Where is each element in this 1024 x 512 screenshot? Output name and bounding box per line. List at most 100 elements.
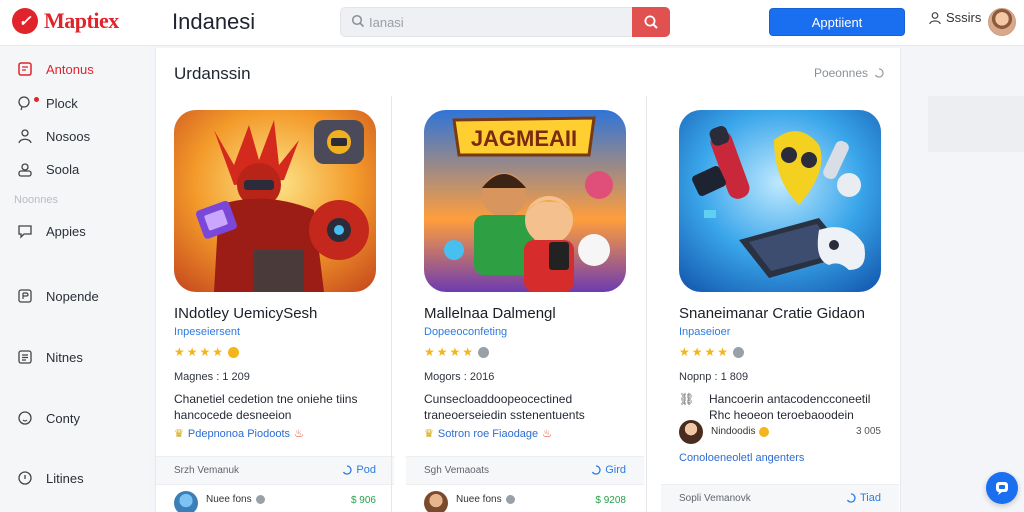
user-icon — [16, 127, 34, 145]
notification-dot — [34, 97, 39, 102]
see-more-label: Poeonnes — [813, 66, 868, 80]
app-tag[interactable]: ♛ Sotron roe Fiaodage ♨ — [424, 427, 553, 441]
sidebar-item-label: Plock — [46, 95, 78, 111]
sidebar-item-appies[interactable]: Appies — [16, 222, 86, 240]
chat-icon — [996, 482, 1008, 495]
status-icon — [505, 495, 515, 504]
sidebar-item-label: Conty — [46, 410, 80, 426]
box-icon — [16, 287, 34, 305]
developer-avatar[interactable] — [679, 420, 703, 444]
app-title[interactable]: Snaneimanar Cratie Gidaon — [679, 305, 865, 322]
search-icon — [351, 14, 365, 28]
footer-action[interactable]: Gird — [591, 464, 626, 476]
star-icon: ★ — [186, 345, 198, 359]
star-icon: ★ — [212, 345, 224, 359]
sidebar-item-soola[interactable]: Soola — [16, 160, 79, 178]
app-thumbnail[interactable]: JAGMEAII — [424, 110, 626, 292]
fire-icon: ♨ — [542, 428, 553, 440]
avatar[interactable] — [988, 8, 1016, 36]
app-meta: Nopnp : 1 809 — [679, 371, 749, 383]
app-price: $ 906 — [350, 495, 376, 506]
right-panel-placeholder — [928, 96, 1024, 152]
card-footer: Srzh Vemanuk Pod — [156, 456, 394, 484]
developer-name-label: Nuee fons — [456, 494, 502, 505]
star-icon: ★ — [424, 345, 435, 359]
developer-name-label: Nindoodis — [711, 426, 756, 437]
fire-icon: ♨ — [294, 428, 304, 440]
developer-row: Nuee fons $ 906 — [156, 484, 394, 512]
star-icon: ★ — [199, 345, 211, 359]
tablet-icon — [16, 60, 34, 78]
app-category[interactable]: Inpeseiersent — [174, 326, 240, 338]
app-category[interactable]: Inpaseioer — [679, 326, 730, 338]
link-icon: ⛓ — [679, 392, 695, 406]
footer-label: Sgh Vemaoats — [424, 465, 490, 476]
location-icon — [16, 94, 34, 112]
footer-action-label: Gird — [605, 464, 626, 476]
logo-icon: ✓ — [12, 8, 38, 34]
rating-stars: ★ ★ ★ ★ — [424, 345, 490, 359]
card-divider — [646, 96, 647, 512]
card-footer: Sopli Vemanovk Tiad — [661, 484, 899, 512]
svg-text:JAGMEAII: JAGMEAII — [471, 126, 577, 151]
sidebar-item-plock[interactable]: Plock — [16, 94, 78, 112]
sidebar-section-label: Noonnes — [14, 194, 59, 206]
user-icon — [929, 11, 941, 24]
search-input[interactable] — [369, 12, 629, 32]
developer-name[interactable]: Nindoodis — [711, 426, 770, 437]
star-icon: ★ — [436, 345, 448, 359]
rating-stars: ★ ★ ★ ★ — [174, 345, 240, 359]
app-tag[interactable]: ♛ Pdepnonoa Piodoots ♨ — [174, 427, 304, 441]
app-tag[interactable]: Conoloeneoletl angenters — [679, 452, 804, 464]
app-description: Hancoerin antacodencconeetil Rhc heoeon … — [679, 391, 879, 423]
clock-icon — [16, 409, 34, 427]
sidebar-item-label: Soola — [46, 161, 80, 177]
footer-label: Sopli Vemanovk — [679, 493, 751, 504]
star-icon: ★ — [449, 345, 461, 359]
footer-action[interactable]: Pod — [342, 464, 376, 476]
rating-dot — [478, 346, 490, 358]
sidebar-item-nopende[interactable]: Nopende — [16, 287, 99, 305]
description-text: Hancoerin antacodencconeetil Rhc heoeon … — [709, 392, 871, 422]
primary-action-button[interactable]: Apptiient — [769, 8, 905, 36]
star-icon: ★ — [691, 345, 703, 359]
app-category[interactable]: Dopeeoconfeting — [424, 326, 507, 338]
trophy-icon: ♛ — [424, 428, 434, 440]
chat-icon — [16, 222, 34, 240]
app-thumbnail[interactable] — [174, 110, 376, 292]
app-card[interactable]: INdotley UemicySesh Inpeseiersent ★ ★ ★ … — [156, 96, 394, 512]
app-title[interactable]: Mallelnaa Dalmengl — [424, 305, 556, 322]
developer-name-label: Nuee fons — [206, 494, 252, 505]
trophy-icon: ♛ — [174, 428, 184, 440]
see-more-link[interactable]: Poeonnes — [814, 66, 884, 80]
app-meta: Magnes : 1 209 — [174, 371, 250, 383]
cartoon-game-artwork: JAGMEAII — [424, 110, 626, 292]
sidebar-item-litines[interactable]: Litines — [16, 469, 84, 487]
star-icon: ★ — [174, 345, 185, 359]
app-title[interactable]: INdotley UemicySesh — [174, 305, 317, 322]
footer-action[interactable]: Tiad — [846, 492, 881, 504]
sidebar-item-nitnes[interactable]: Nitnes — [16, 348, 83, 366]
sidebar-item-conty[interactable]: Conty — [16, 409, 80, 427]
developer-name[interactable]: Nuee fons — [206, 494, 265, 505]
logo[interactable]: ✓ Maptiex — [12, 8, 119, 34]
chat-fab-button[interactable] — [986, 472, 1018, 504]
sidebar-item-label: Appies — [46, 223, 86, 239]
sidebar-item-label: Litines — [46, 470, 84, 486]
user-menu[interactable]: Sssirs — [928, 10, 981, 25]
app-card[interactable]: Snaneimanar Cratie Gidaon Inpaseioer ★ ★… — [661, 96, 899, 512]
app-thumbnail[interactable] — [679, 110, 881, 292]
sidebar-item-antonus[interactable]: Antonus — [16, 60, 94, 78]
doc-icon — [16, 348, 34, 366]
app-description: Cunsecloaddoopeocectined traneoerseiedin… — [424, 392, 585, 422]
sidebar-item-label: Nosoos — [46, 128, 91, 144]
sidebar-item-label: Nitnes — [46, 349, 83, 365]
app-card[interactable]: JAGMEAII Mallelnaa Dalmengl Dopeeoconfet… — [406, 96, 644, 512]
developer-avatar[interactable] — [424, 491, 448, 512]
developer-avatar[interactable] — [174, 491, 198, 512]
search-button[interactable] — [632, 7, 670, 37]
download-count: 3 005 — [855, 426, 881, 437]
developer-name[interactable]: Nuee fons — [456, 494, 515, 505]
sidebar-item-nosoos[interactable]: Nosoos — [16, 127, 90, 145]
app-meta: Mogors : 2016 — [424, 371, 495, 383]
